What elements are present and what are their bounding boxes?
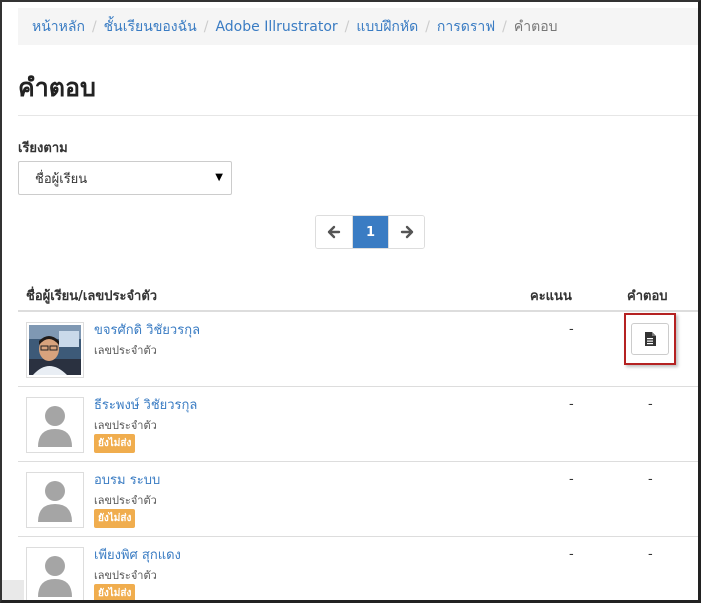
breadcrumb-current: คำตอบ: [513, 18, 558, 35]
pagination: 1: [315, 215, 425, 249]
avatar: [26, 547, 84, 600]
score-value: -: [569, 547, 574, 562]
breadcrumb-exercises[interactable]: แบบฝึกหัด: [356, 16, 418, 38]
student-id-label: เลขประจำตัว: [94, 344, 157, 357]
avatar: [26, 472, 84, 528]
student-id-label: เลขประจำตัว: [94, 569, 157, 582]
page-title: คำตอบ: [18, 73, 96, 102]
table-row: อบรม ระบบ เลขประจำตัว ยังไม่ส่ง - -: [18, 462, 698, 537]
breadcrumb-home[interactable]: หน้าหลัก: [32, 16, 85, 38]
page-1-button[interactable]: 1: [352, 216, 388, 248]
answer-value: -: [648, 397, 653, 412]
status-badge: ยังไม่ส่ง: [94, 584, 136, 600]
avatar: [26, 322, 84, 378]
avatar: [26, 397, 84, 453]
breadcrumb-my-classes[interactable]: ชั้นเรียนของฉัน: [104, 16, 197, 38]
student-name-link[interactable]: เพียงพิศ สุกแดง: [94, 544, 181, 565]
breadcrumb: หน้าหลัก / ชั้นเรียนของฉัน / Adobe Illru…: [18, 8, 698, 45]
breadcrumb-separator: /: [344, 18, 350, 35]
user-placeholder-icon: [38, 481, 72, 522]
student-name-link[interactable]: อบรม ระบบ: [94, 469, 160, 490]
arrow-right-icon: [400, 225, 413, 239]
student-id-label: เลขประจำตัว: [94, 419, 157, 432]
view-answer-button[interactable]: [631, 323, 669, 355]
sort-select[interactable]: ชื่อผู้เรียน ▼: [18, 161, 232, 195]
caret-down-icon: ▼: [215, 172, 223, 183]
prev-page-button[interactable]: [316, 216, 352, 248]
arrow-left-icon: [327, 225, 341, 239]
table-row: ธีระพงษ์ วิชัยวรกุล เลขประจำตัว ยังไม่ส่…: [18, 387, 698, 462]
score-value: -: [569, 397, 574, 412]
breadcrumb-separator: /: [203, 18, 209, 35]
next-page-button[interactable]: [388, 216, 424, 248]
breadcrumb-assignment[interactable]: การดราฟ: [437, 16, 495, 38]
breadcrumb-separator: /: [91, 18, 97, 35]
answer-value: -: [648, 547, 653, 562]
answer-value: -: [648, 472, 653, 487]
page-frame: หน้าหลัก / ชั้นเรียนของฉัน / Adobe Illru…: [0, 0, 701, 603]
status-badge: ยังไม่ส่ง: [94, 434, 136, 453]
column-header-name: ชื่อผู้เรียน/เลขประจำตัว: [26, 289, 158, 304]
student-id-label: เลขประจำตัว: [94, 494, 157, 507]
sort-label: เรียงตาม: [18, 141, 68, 156]
scrollbar-corner: [2, 580, 24, 600]
breadcrumb-separator: /: [502, 18, 507, 35]
highlight-box: [624, 313, 676, 365]
title-divider: [18, 115, 698, 116]
sort-selected-value: ชื่อผู้เรียน: [35, 171, 88, 187]
document-icon: [645, 332, 656, 346]
user-placeholder-icon: [38, 406, 72, 447]
score-value: -: [569, 322, 574, 337]
student-name-link[interactable]: ขจรศักดิ วิชัยวรกุล: [94, 319, 200, 340]
user-placeholder-icon: [38, 556, 72, 597]
score-value: -: [569, 472, 574, 487]
student-name-link[interactable]: ธีระพงษ์ วิชัยวรกุล: [94, 394, 197, 415]
table-row: ขจรศักดิ วิชัยวรกุล เลขประจำตัว -: [18, 312, 698, 387]
column-header-score: คะแนน: [530, 289, 572, 304]
column-header-answer: คำตอบ: [627, 289, 668, 304]
student-photo: [29, 325, 81, 375]
table-row: เพียงพิศ สุกแดง เลขประจำตัว ยังไม่ส่ง - …: [18, 537, 698, 600]
breadcrumb-course[interactable]: Adobe Illrustrator: [215, 19, 337, 35]
status-badge: ยังไม่ส่ง: [94, 509, 136, 528]
breadcrumb-separator: /: [425, 18, 430, 35]
